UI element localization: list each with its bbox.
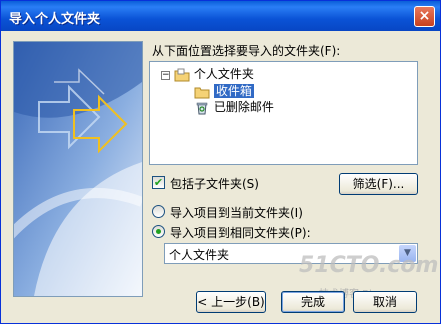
include-subfolders-label: 包括子文件夹(S) xyxy=(170,177,259,191)
target-folder-value: 个人文件夹 xyxy=(169,248,230,262)
import-to-current-folder-label: 导入项目到当前文件夹(I) xyxy=(170,206,303,220)
finish-button[interactable]: 完成 xyxy=(281,291,345,313)
tree-item-label: 收件箱 xyxy=(213,84,254,98)
wizard-side-image xyxy=(13,41,143,297)
folder-instruction: 从下面位置选择要导入的文件夹(F): xyxy=(152,44,341,58)
include-subfolders-checkbox[interactable]: ✔ xyxy=(152,176,165,189)
collapse-icon[interactable]: − xyxy=(161,71,170,80)
import-to-same-folder-label: 导入项目到相同文件夹(P): xyxy=(170,226,311,240)
tree-item-inbox[interactable]: 收件箱 xyxy=(194,83,254,99)
recycle-bin-icon xyxy=(196,102,208,114)
back-button[interactable]: < 上一步(B) xyxy=(196,291,266,313)
title-bar: 导入个人文件夹 × xyxy=(1,1,440,31)
tree-item-personal-folders[interactable]: 个人文件夹 xyxy=(174,66,254,82)
close-button[interactable]: × xyxy=(414,6,435,27)
folder-tree[interactable]: − 个人文件夹 收件箱 已删除邮件 xyxy=(149,61,418,165)
tree-item-label: 个人文件夹 xyxy=(193,67,254,81)
filter-button[interactable]: 筛选(F)... xyxy=(339,173,418,195)
cancel-button[interactable]: 取消 xyxy=(353,291,417,313)
import-dialog: 导入个人文件夹 × 从下面位置选择要导入的文件夹(F): − 个人文件夹 收件箱… xyxy=(0,0,441,324)
folder-personal-icon xyxy=(174,68,190,81)
import-to-same-folder-radio[interactable] xyxy=(152,225,165,238)
tree-item-deleted-items[interactable]: 已删除邮件 xyxy=(194,99,274,115)
watermark-logo: 51CTO.com xyxy=(299,253,439,278)
tree-item-label: 已删除邮件 xyxy=(213,100,274,114)
folder-inbox-icon xyxy=(194,87,210,98)
wizard-arrows-graphic xyxy=(14,42,142,296)
dialog-title: 导入个人文件夹 xyxy=(9,12,101,27)
import-to-current-folder-radio[interactable] xyxy=(152,205,165,218)
